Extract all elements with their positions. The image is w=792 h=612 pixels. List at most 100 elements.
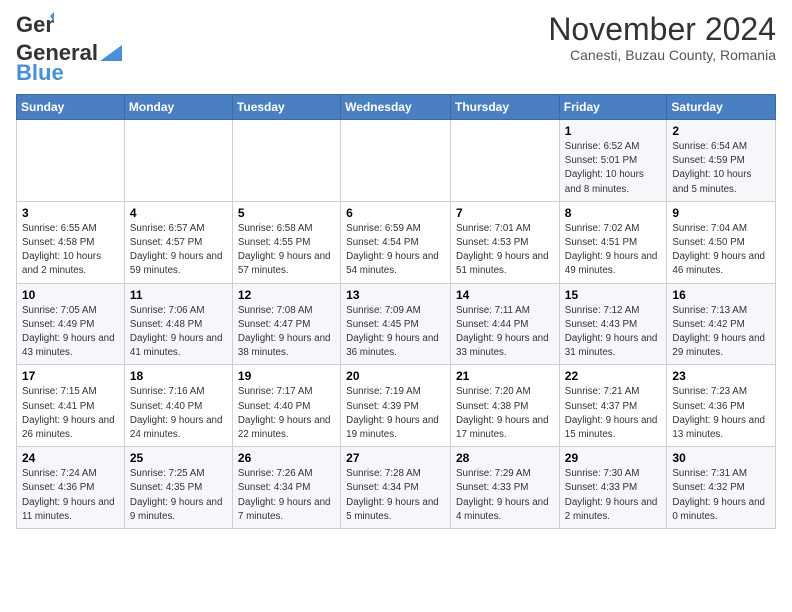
day-number: 5 (238, 206, 335, 220)
day-number: 12 (238, 288, 335, 302)
svg-text:General: General (16, 12, 54, 37)
table-row: 16 Sunrise: 7:13 AM Sunset: 4:42 PM Dayli… (667, 283, 776, 365)
table-row (451, 120, 560, 202)
day-info: Sunrise: 7:05 AM Sunset: 4:49 PM Dayligh… (22, 304, 119, 361)
day-info: Sunrise: 7:08 AM Sunset: 4:47 PM Dayligh… (238, 304, 335, 361)
day-info: Sunrise: 7:01 AM Sunset: 4:53 PM Dayligh… (456, 222, 554, 279)
table-row: 18 Sunrise: 7:16 AM Sunset: 4:40 PM Dayli… (124, 365, 232, 447)
day-number: 4 (130, 206, 227, 220)
table-row: 23Sunrise: 7:23 AM Sunset: 4:36 PM Dayli… (667, 365, 776, 447)
day-info: Sunrise: 7:20 AM Sunset: 4:38 PM Dayligh… (456, 385, 554, 442)
table-row: 9 Sunrise: 7:04 AM Sunset: 4:50 PM Daylig… (667, 201, 776, 283)
table-row: 2 Sunrise: 6:54 AM Sunset: 4:59 PM Daylig… (667, 120, 776, 202)
day-number: 16 (672, 288, 770, 302)
day-number: 30 (672, 451, 770, 465)
title-block: November 2024 Canesti, Buzau County, Rom… (548, 12, 776, 63)
subtitle: Canesti, Buzau County, Romania (548, 47, 776, 63)
day-info: Sunrise: 7:30 AM Sunset: 4:33 PM Dayligh… (565, 467, 662, 524)
day-info: Sunrise: 7:09 AM Sunset: 4:45 PM Dayligh… (346, 304, 445, 361)
header-monday: Monday (124, 95, 232, 120)
day-info: Sunrise: 6:54 AM Sunset: 4:59 PM Dayligh… (672, 140, 770, 197)
day-info: Sunrise: 7:11 AM Sunset: 4:44 PM Dayligh… (456, 304, 554, 361)
table-row: 13 Sunrise: 7:09 AM Sunset: 4:45 PM Dayli… (341, 283, 451, 365)
day-number: 19 (238, 369, 335, 383)
table-row (341, 120, 451, 202)
table-row: 10 Sunrise: 7:05 AM Sunset: 4:49 PM Dayli… (17, 283, 125, 365)
table-row: 19 Sunrise: 7:17 AM Sunset: 4:40 PM Dayli… (232, 365, 340, 447)
day-number: 17 (22, 369, 119, 383)
day-number: 28 (456, 451, 554, 465)
header-thursday: Thursday (451, 95, 560, 120)
day-info: Sunrise: 7:26 AM Sunset: 4:34 PM Dayligh… (238, 467, 335, 524)
day-number: 15 (565, 288, 662, 302)
table-row: 5 Sunrise: 6:58 AM Sunset: 4:55 PM Daylig… (232, 201, 340, 283)
page: General General Blue November 2024 Canes… (0, 0, 792, 537)
day-info: Sunrise: 7:17 AM Sunset: 4:40 PM Dayligh… (238, 385, 335, 442)
table-row (17, 120, 125, 202)
table-row: 1Sunrise: 6:52 AM Sunset: 5:01 PM Daylig… (559, 120, 667, 202)
table-row (124, 120, 232, 202)
day-info: Sunrise: 7:21 AM Sunset: 4:37 PM Dayligh… (565, 385, 662, 442)
day-number: 26 (238, 451, 335, 465)
logo: General General Blue (16, 12, 122, 86)
table-row: 14 Sunrise: 7:11 AM Sunset: 4:44 PM Dayli… (451, 283, 560, 365)
table-row: 6 Sunrise: 6:59 AM Sunset: 4:54 PM Daylig… (341, 201, 451, 283)
day-info: Sunrise: 6:55 AM Sunset: 4:58 PM Dayligh… (22, 222, 119, 279)
day-number: 20 (346, 369, 445, 383)
table-row: 27Sunrise: 7:28 AM Sunset: 4:34 PM Dayli… (341, 447, 451, 529)
header-wednesday: Wednesday (341, 95, 451, 120)
header-tuesday: Tuesday (232, 95, 340, 120)
day-number: 29 (565, 451, 662, 465)
table-row: 11Sunrise: 7:06 AM Sunset: 4:48 PM Dayli… (124, 283, 232, 365)
day-number: 6 (346, 206, 445, 220)
calendar-body: 1Sunrise: 6:52 AM Sunset: 5:01 PM Daylig… (17, 120, 776, 529)
table-row (232, 120, 340, 202)
day-number: 10 (22, 288, 119, 302)
table-row: 28Sunrise: 7:29 AM Sunset: 4:33 PM Dayli… (451, 447, 560, 529)
day-info: Sunrise: 7:04 AM Sunset: 4:50 PM Dayligh… (672, 222, 770, 279)
table-row: 26 Sunrise: 7:26 AM Sunset: 4:34 PM Dayli… (232, 447, 340, 529)
day-number: 2 (672, 124, 770, 138)
header-saturday: Saturday (667, 95, 776, 120)
table-row: 15Sunrise: 7:12 AM Sunset: 4:43 PM Dayli… (559, 283, 667, 365)
table-row: 12 Sunrise: 7:08 AM Sunset: 4:47 PM Dayli… (232, 283, 340, 365)
header: General General Blue November 2024 Canes… (16, 12, 776, 86)
header-friday: Friday (559, 95, 667, 120)
day-number: 18 (130, 369, 227, 383)
day-number: 24 (22, 451, 119, 465)
day-info: Sunrise: 7:19 AM Sunset: 4:39 PM Dayligh… (346, 385, 445, 442)
day-number: 25 (130, 451, 227, 465)
table-row: 29 Sunrise: 7:30 AM Sunset: 4:33 PM Dayli… (559, 447, 667, 529)
day-info: Sunrise: 7:25 AM Sunset: 4:35 PM Dayligh… (130, 467, 227, 524)
day-number: 7 (456, 206, 554, 220)
day-number: 3 (22, 206, 119, 220)
table-row: 20 Sunrise: 7:19 AM Sunset: 4:39 PM Dayli… (341, 365, 451, 447)
table-row: 21 Sunrise: 7:20 AM Sunset: 4:38 PM Dayli… (451, 365, 560, 447)
day-number: 23 (672, 369, 770, 383)
day-number: 8 (565, 206, 662, 220)
table-row: 7 Sunrise: 7:01 AM Sunset: 4:53 PM Daylig… (451, 201, 560, 283)
day-info: Sunrise: 7:15 AM Sunset: 4:41 PM Dayligh… (22, 385, 119, 442)
logo-triangle-icon (100, 45, 122, 61)
day-info: Sunrise: 7:16 AM Sunset: 4:40 PM Dayligh… (130, 385, 227, 442)
day-number: 13 (346, 288, 445, 302)
day-number: 14 (456, 288, 554, 302)
table-row: 30 Sunrise: 7:31 AM Sunset: 4:32 PM Dayli… (667, 447, 776, 529)
day-number: 9 (672, 206, 770, 220)
calendar-header: Sunday Monday Tuesday Wednesday Thursday… (17, 95, 776, 120)
day-number: 27 (346, 451, 445, 465)
day-number: 21 (456, 369, 554, 383)
day-info: Sunrise: 6:59 AM Sunset: 4:54 PM Dayligh… (346, 222, 445, 279)
table-row: 24Sunrise: 7:24 AM Sunset: 4:36 PM Dayli… (17, 447, 125, 529)
day-info: Sunrise: 7:13 AM Sunset: 4:42 PM Dayligh… (672, 304, 770, 361)
day-info: Sunrise: 7:31 AM Sunset: 4:32 PM Dayligh… (672, 467, 770, 524)
logo-blue: Blue (16, 60, 64, 86)
day-info: Sunrise: 6:52 AM Sunset: 5:01 PM Dayligh… (565, 140, 662, 197)
day-number: 22 (565, 369, 662, 383)
day-info: Sunrise: 6:58 AM Sunset: 4:55 PM Dayligh… (238, 222, 335, 279)
table-row: 22 Sunrise: 7:21 AM Sunset: 4:37 PM Dayli… (559, 365, 667, 447)
header-sunday: Sunday (17, 95, 125, 120)
month-title: November 2024 (548, 12, 776, 47)
day-number: 11 (130, 288, 227, 302)
table-row: 8Sunrise: 7:02 AM Sunset: 4:51 PM Daylig… (559, 201, 667, 283)
